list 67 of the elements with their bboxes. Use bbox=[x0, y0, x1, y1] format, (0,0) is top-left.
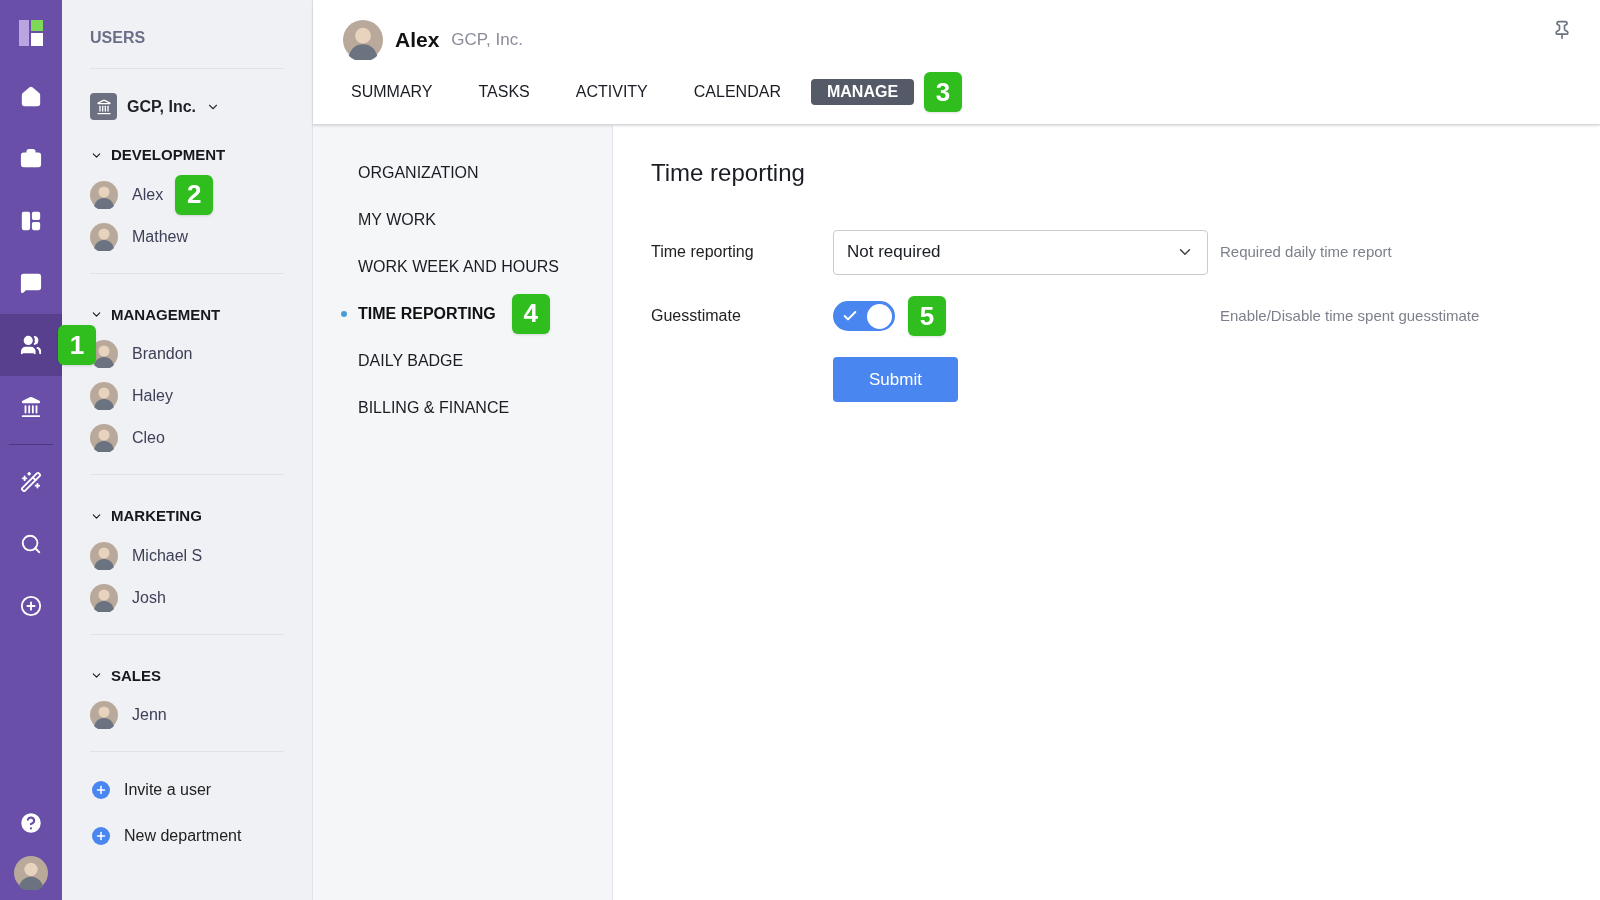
department-header[interactable]: MANAGEMENT bbox=[90, 303, 221, 326]
user-name[interactable]: Mathew bbox=[132, 224, 189, 249]
avatar bbox=[90, 424, 118, 452]
avatar bbox=[343, 20, 383, 60]
department-header[interactable]: MARKETING bbox=[90, 505, 202, 528]
callout-badge: 3 bbox=[924, 72, 963, 112]
menu-item[interactable]: MY WORK bbox=[358, 207, 436, 232]
add-link[interactable]: Invite a user bbox=[92, 778, 284, 802]
menu-item[interactable]: TIME REPORTING bbox=[358, 301, 496, 326]
magic-wand-icon bbox=[20, 471, 42, 493]
search-icon bbox=[20, 533, 42, 555]
company-name: GCP, Inc. bbox=[451, 29, 523, 52]
menu-item[interactable]: DAILY BADGE bbox=[358, 348, 464, 373]
callout-badge: 4 bbox=[511, 293, 550, 334]
dropdown[interactable]: Not required bbox=[833, 229, 1208, 275]
briefcase-icon bbox=[20, 148, 42, 170]
user-name[interactable]: Alex bbox=[132, 182, 164, 207]
callout-badge: 5 bbox=[908, 296, 946, 336]
section-title: Time reporting bbox=[651, 158, 806, 188]
organization-switcher[interactable]: GCP, Inc. bbox=[90, 93, 284, 120]
plus-icon bbox=[92, 781, 110, 799]
avatar bbox=[90, 583, 118, 612]
tab[interactable]: ACTIVITY bbox=[559, 79, 664, 105]
panel-title: USERS bbox=[90, 28, 147, 48]
bank-icon bbox=[90, 93, 117, 120]
menu-item[interactable]: ORGANIZATION bbox=[358, 160, 479, 185]
user-name[interactable]: Jenn bbox=[132, 703, 167, 727]
callout-badge: 1 bbox=[58, 325, 96, 365]
user-name[interactable]: Brandon bbox=[132, 342, 193, 366]
dashboard-icon bbox=[20, 210, 42, 232]
tab[interactable]: MANAGE bbox=[810, 79, 915, 105]
menu-item[interactable]: BILLING & FINANCE bbox=[358, 395, 510, 420]
avatar bbox=[14, 856, 48, 890]
avatar bbox=[90, 701, 118, 729]
field-hint: Required daily time report bbox=[1220, 241, 1392, 262]
help-icon[interactable] bbox=[18, 810, 44, 836]
user-name[interactable]: Michael S bbox=[132, 543, 203, 568]
menu-item[interactable]: WORK WEEK AND HOURS bbox=[358, 254, 559, 279]
tab[interactable]: TASKS bbox=[462, 79, 546, 105]
app-logo[interactable] bbox=[19, 20, 43, 46]
plus-icon bbox=[92, 827, 110, 845]
avatar bbox=[90, 541, 118, 570]
users-icon bbox=[20, 334, 42, 356]
home-icon bbox=[20, 86, 42, 108]
user-name[interactable]: Haley bbox=[132, 384, 173, 408]
department-header[interactable]: DEVELOPMENT bbox=[90, 144, 226, 167]
avatar bbox=[90, 382, 118, 410]
add-link[interactable]: New department bbox=[92, 824, 284, 848]
chat-icon bbox=[20, 272, 42, 294]
add-icon bbox=[20, 595, 42, 617]
pin-icon[interactable] bbox=[1552, 20, 1572, 40]
tab[interactable]: SUMMARY bbox=[335, 79, 449, 105]
user-name[interactable]: Cleo bbox=[132, 426, 165, 450]
callout-badge: 2 bbox=[175, 174, 214, 215]
field-label: Time reporting bbox=[651, 242, 755, 262]
bank-icon bbox=[20, 396, 42, 418]
field-hint: Enable/Disable time spent guesstimate bbox=[1220, 305, 1480, 326]
user-name[interactable]: Josh bbox=[132, 585, 166, 610]
submit-button[interactable]: Submit bbox=[833, 357, 958, 402]
rail-button[interactable] bbox=[0, 314, 62, 376]
toggle-switch[interactable] bbox=[833, 301, 895, 331]
user-name: Alex bbox=[395, 27, 440, 54]
tab[interactable]: CALENDAR bbox=[677, 79, 797, 105]
field-label: Guesstimate bbox=[651, 306, 742, 326]
avatar bbox=[90, 222, 118, 251]
department-header[interactable]: SALES bbox=[90, 664, 161, 687]
avatar bbox=[90, 180, 118, 209]
